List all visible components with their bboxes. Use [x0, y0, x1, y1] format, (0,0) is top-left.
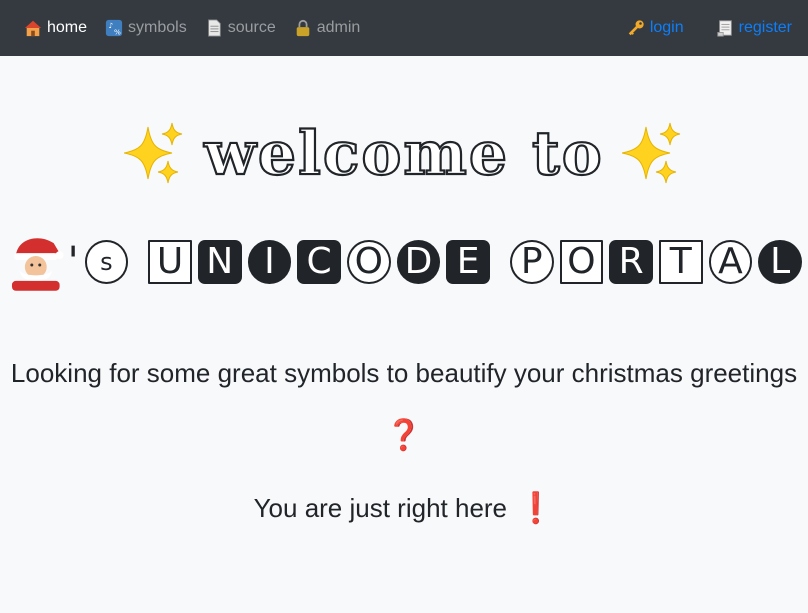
nav-admin-link[interactable]: admin [294, 19, 361, 37]
page-icon [207, 19, 221, 37]
nav-left-group: home ♪ % symbols source admin [24, 19, 378, 37]
letter-r-negative-squared: R [609, 240, 653, 284]
top-navbar: home ♪ % symbols source admin login regi… [0, 0, 808, 56]
subline-text: You are just right here [253, 493, 508, 523]
svg-text:♪: ♪ [109, 21, 114, 30]
nav-register-label: register [738, 19, 792, 36]
letter-a-circled: A [708, 240, 753, 284]
nav-login-label: login [649, 19, 684, 36]
tagline-text: Looking for some great symbols to beauti… [10, 358, 798, 388]
unicode-portal-title: ' s U N I C O D E P O R T A L [0, 232, 808, 292]
nav-login-link[interactable]: login [627, 19, 684, 37]
symbols-icon: ♪ % [105, 19, 123, 36]
nav-source-label: source [227, 19, 276, 36]
letter-c-negative-squared: C [297, 240, 341, 284]
scroll-icon [716, 20, 732, 37]
letter-u-squared: U [148, 240, 192, 284]
nav-right-group: login register [595, 19, 792, 37]
subline: You are just right here ❗ [0, 491, 808, 526]
letter-d-negative-circled: D [396, 240, 441, 284]
question-mark-icon: ❓ [385, 418, 423, 453]
sparkles-icon [124, 122, 183, 184]
tagline: Looking for some great symbols to beauti… [0, 354, 808, 392]
letter-e-negative-squared: E [446, 240, 490, 284]
letter-l-negative-circled: L [758, 240, 802, 284]
svg-text:%: % [114, 27, 121, 36]
apostrophe: ' [67, 239, 79, 285]
letter-s-circled: s [84, 240, 129, 284]
nav-register-link[interactable]: register [716, 19, 792, 37]
letter-p-circled: P [509, 240, 554, 284]
nav-home-label: home [47, 19, 88, 36]
santa-icon [11, 238, 64, 291]
letter-n-negative-squared: N [197, 240, 242, 284]
nav-source-link[interactable]: source [205, 19, 276, 37]
house-icon [24, 20, 42, 37]
nav-symbols-link[interactable]: ♪ % symbols [105, 19, 187, 37]
letter-i-negative-circled: I [247, 240, 292, 284]
nav-symbols-label: symbols [128, 19, 187, 36]
key-icon [628, 20, 644, 36]
letter-o-squared: O [559, 240, 604, 284]
nav-admin-label: admin [316, 19, 361, 36]
exclamation-icon: ❗ [517, 491, 555, 526]
lock-icon [296, 19, 310, 37]
welcome-text: welcome to [203, 118, 604, 190]
welcome-heading: welcome to [0, 114, 808, 194]
nav-home-link[interactable]: home [24, 19, 87, 37]
letter-t-squared: T [658, 240, 703, 284]
letter-o-circled: O [346, 240, 391, 284]
main-content: welcome to ' s U N I C O D E P O R T A L… [0, 114, 808, 526]
sparkles-icon [621, 122, 680, 184]
